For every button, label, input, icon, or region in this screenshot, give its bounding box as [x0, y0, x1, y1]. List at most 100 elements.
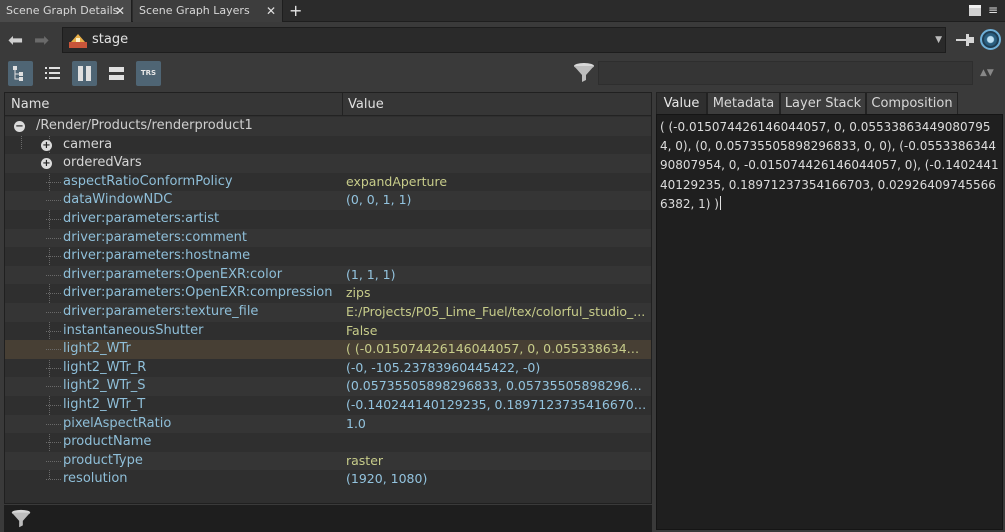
tree-row-value: False [346, 322, 378, 338]
expand-icon[interactable]: + [41, 158, 52, 170]
tree-guide-line [46, 442, 61, 444]
path-field[interactable]: stage ▼ [62, 27, 946, 53]
tree-row[interactable]: driver:parameters:hostname [5, 247, 651, 266]
close-icon[interactable]: ✕ [266, 0, 276, 22]
tree-row[interactable]: productType raster [5, 451, 651, 471]
path-bar: ⬅ ➡ stage ▼ [0, 23, 1005, 58]
menu-icon[interactable]: ≡ [988, 4, 1000, 16]
value-text[interactable]: ( (-0.015074426146044057, 0, 0.055338634… [660, 120, 999, 211]
tree-row[interactable]: light2_WTr ( (-0.015074426146044057, 0, 0… [5, 340, 651, 359]
column-divider[interactable] [342, 93, 343, 116]
expand-icon[interactable]: + [41, 139, 52, 151]
tree-row-name: driver:parameters:hostname [63, 248, 251, 264]
tree-row[interactable]: resolution (1920, 1080) [5, 470, 651, 489]
chevron-down-icon[interactable]: ▼ [935, 28, 942, 52]
close-icon[interactable]: ✕ [115, 0, 125, 22]
add-tab-button[interactable]: + [289, 0, 302, 22]
tree-row-name: driver:parameters:texture_file [63, 303, 259, 319]
tab-layer-stack[interactable]: Layer Stack [780, 92, 866, 114]
tree-row-value: (-0.140244140129235, 0.18971237354166703… [346, 396, 647, 412]
tree-row-name: instantaneousShutter [63, 322, 204, 338]
list-view-toggle[interactable] [40, 61, 65, 86]
filter-bar [4, 505, 652, 532]
tree-row-value: ( (-0.015074426146044057, 0, 0.055338634… [346, 341, 647, 357]
list-icon [45, 67, 60, 79]
tree-row-name: light2_WTr_T [63, 396, 146, 412]
tree-row-name: light2_WTr [63, 341, 131, 357]
tree-guide-line [46, 293, 61, 295]
tree-guide-line [46, 311, 61, 313]
pin-icon[interactable] [955, 31, 975, 49]
tree-row[interactable]: dataWindowNDC (0, 0, 1, 1) [5, 191, 651, 210]
tree-row[interactable]: instantaneousShutter False [5, 322, 651, 341]
chevron-icon[interactable]: ▲▼ [980, 62, 994, 84]
forward-arrow-icon[interactable]: ➡ [34, 32, 49, 50]
tree-row[interactable]: driver:parameters:comment [5, 228, 651, 248]
tree-row-value: raster [346, 452, 384, 468]
tree-row-root[interactable]: − /Render/Products/renderproduct1 [5, 117, 651, 136]
tab-metadata[interactable]: Metadata [707, 92, 780, 114]
value-tabs: Value Metadata Layer Stack Composition [656, 92, 1005, 114]
column-header: Name Value [5, 93, 651, 116]
tab-scene-graph-details[interactable]: Scene Graph Details ✕ [0, 0, 132, 22]
tree-row[interactable]: light2_WTr_T (-0.140244140129235, 0.18971… [5, 396, 651, 415]
viewer-eye-icon[interactable] [980, 29, 1001, 50]
tree-row-value: (1, 1, 1) [346, 266, 396, 282]
path-text: stage [92, 32, 129, 47]
rows-icon [109, 67, 124, 80]
tree-guide-line [46, 404, 61, 406]
tree-row-value: (1920, 1080) [346, 471, 428, 487]
tree-view-toggle[interactable] [8, 61, 33, 86]
filter-input[interactable] [598, 61, 973, 85]
trs-icon: TRS [140, 69, 157, 77]
value-editor[interactable]: ( (-0.015074426146044057, 0, 0.055338634… [656, 114, 1003, 530]
tree-guide-line [46, 367, 61, 369]
split-horizontal-toggle[interactable] [104, 61, 129, 86]
tree-guide-line [46, 274, 61, 276]
tree-row[interactable]: light2_WTr_S (0.05735505898296833, 0.0573… [5, 377, 651, 396]
tree-row[interactable]: light2_WTr_R (-0, -105.23783960445422, -0… [5, 359, 651, 378]
tree-guide-line [46, 330, 61, 332]
filter-icon[interactable] [572, 61, 596, 85]
tree-guide-line [46, 181, 61, 183]
scene-graph-tree: Name Value − /Render/Products/renderprod… [4, 92, 652, 504]
tree-row[interactable]: + orderedVars [5, 154, 651, 173]
tree-row-name: driver:parameters:OpenEXR:compression [63, 285, 333, 301]
tree-row-name: light2_WTr_S [63, 378, 146, 394]
trs-toggle[interactable]: TRS [136, 61, 161, 86]
tree-row[interactable]: aspectRatioConformPolicy expandAperture [5, 173, 651, 192]
tree-row[interactable]: pixelAspectRatio 1.0 [5, 414, 651, 434]
tree-row-value: (-0, -105.23783960445422, -0) [346, 359, 541, 375]
tree-row-name: productName [63, 434, 152, 450]
tree-row-name: driver:parameters:artist [63, 210, 220, 226]
tab-scene-graph-layers-panel[interactable]: Scene Graph Layers Panel ✕ [133, 0, 283, 39]
column-name-header[interactable]: Name [11, 93, 49, 116]
tree-guide-line [46, 460, 61, 462]
tree-guide-line [46, 349, 61, 351]
collapse-icon[interactable]: − [14, 121, 25, 132]
tree-guide-line [46, 386, 61, 388]
tree-row[interactable]: driver:parameters:OpenEXR:color (1, 1, 1) [5, 265, 651, 285]
filter-icon[interactable] [10, 508, 32, 530]
tab-label: Scene Graph Details [6, 4, 119, 17]
tree-row-name: dataWindowNDC [63, 192, 173, 208]
tree-row[interactable]: driver:parameters:OpenEXR:compression zip… [5, 284, 651, 303]
tree-row[interactable]: driver:parameters:artist [5, 210, 651, 229]
column-value-header[interactable]: Value [348, 93, 384, 116]
tree-guide-line [46, 200, 61, 202]
split-vertical-toggle[interactable] [72, 61, 97, 86]
text-caret [719, 195, 721, 210]
tree-row[interactable]: + camera [5, 136, 651, 155]
maximize-icon[interactable] [969, 5, 981, 16]
tree-guide-line [46, 256, 61, 258]
tree-guide-line [46, 423, 61, 425]
tree-row[interactable]: productName [5, 433, 651, 452]
tree-guide-line [46, 479, 61, 481]
tab-value[interactable]: Value [656, 92, 707, 114]
tree-row-name: orderedVars [63, 155, 142, 171]
tab-composition[interactable]: Composition [866, 92, 958, 114]
tree-guide-line [46, 237, 61, 239]
tree-row-name: driver:parameters:OpenEXR:color [63, 266, 283, 282]
tree-row[interactable]: driver:parameters:texture_file E:/Project… [5, 302, 651, 322]
back-arrow-icon[interactable]: ⬅ [8, 32, 23, 50]
